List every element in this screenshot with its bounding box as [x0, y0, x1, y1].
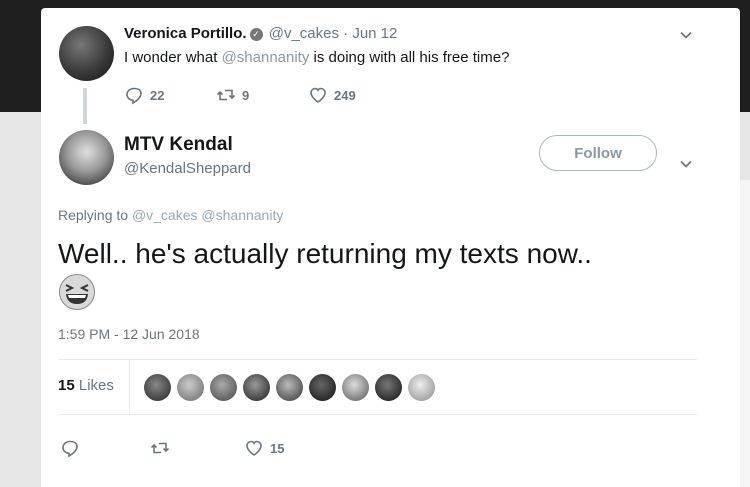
chevron-down-icon[interactable] — [679, 157, 693, 171]
author-handle[interactable]: @KendalSheppard — [124, 160, 251, 177]
verified-icon: ✓ — [249, 28, 263, 41]
liker-avatar[interactable] — [177, 374, 204, 401]
reply-count: 22 — [150, 87, 165, 103]
likes-separator — [129, 360, 130, 414]
tweet-timestamp[interactable]: 1:59 PM - 12 Jun 2018 — [58, 326, 200, 342]
liker-avatar[interactable] — [276, 374, 303, 401]
liker-avatar[interactable] — [408, 374, 435, 401]
like-action[interactable]: 249 — [308, 85, 356, 105]
replying-to: Replying to @v_cakes @shannanity — [58, 207, 283, 223]
replying-mention[interactable]: @v_cakes — [132, 207, 198, 223]
author-name[interactable]: Veronica Portillo. — [124, 25, 247, 42]
likers-list — [144, 374, 435, 401]
liker-avatar[interactable] — [144, 374, 171, 401]
thread-connector — [83, 88, 87, 124]
reply-action[interactable] — [60, 438, 80, 458]
reply-icon — [62, 440, 78, 458]
reply-action[interactable]: 22 — [124, 85, 164, 105]
tweet-modal: Veronica Portillo. ✓ @v_cakes · Jun 12 I … — [41, 8, 740, 487]
likes-summary[interactable]: 15 Likes — [58, 377, 114, 394]
divider — [58, 414, 697, 415]
like-count: 249 — [334, 87, 356, 103]
liker-avatar[interactable] — [243, 374, 270, 401]
chevron-down-icon[interactable] — [679, 28, 693, 42]
like-action[interactable]: 15 — [244, 438, 284, 458]
likes-label: Likes — [78, 377, 114, 394]
liker-avatar[interactable] — [309, 374, 336, 401]
parent-tweet[interactable]: Veronica Portillo. ✓ @v_cakes · Jun 12 I … — [41, 8, 740, 124]
likes-row: 15 Likes — [58, 360, 697, 414]
retweet-action[interactable]: 9 — [216, 85, 249, 105]
like-count: 15 — [270, 440, 285, 456]
retweet-action[interactable] — [150, 438, 170, 458]
mention-link[interactable]: @shannanity — [222, 49, 310, 66]
reply-icon — [126, 87, 142, 105]
background-sidebar — [740, 180, 750, 487]
parent-tweet-text: I wonder what @shannanity is doing with … — [124, 49, 509, 66]
text-part: is doing with all his free time? — [309, 49, 510, 66]
liker-avatar[interactable] — [210, 374, 237, 401]
avatar[interactable] — [59, 130, 114, 185]
author-handle[interactable]: @v_cakes — [269, 25, 339, 42]
retweet-icon — [216, 89, 236, 101]
main-tweet: MTV Kendal @KendalSheppard Follow Replyi… — [41, 123, 740, 487]
laughing-emoji-icon — [59, 274, 95, 310]
tweet-date[interactable]: Jun 12 — [352, 25, 397, 42]
follow-button[interactable]: Follow — [539, 135, 657, 171]
heart-icon — [310, 87, 326, 103]
parent-tweet-header: Veronica Portillo. ✓ @v_cakes · Jun 12 — [124, 25, 397, 42]
liker-avatar[interactable] — [375, 374, 402, 401]
liker-avatar[interactable] — [342, 374, 369, 401]
retweet-count: 9 — [242, 87, 250, 103]
retweet-icon — [150, 442, 170, 454]
replying-label: Replying to — [58, 207, 129, 223]
heart-icon — [246, 440, 262, 456]
replying-mention[interactable]: @shannanity — [201, 207, 283, 223]
avatar[interactable] — [59, 26, 114, 81]
likes-count: 15 — [58, 377, 75, 394]
author-name[interactable]: MTV Kendal — [124, 134, 233, 156]
text-part: I wonder what — [124, 49, 222, 66]
tweet-text: Well.. he's actually returning my texts … — [58, 238, 592, 269]
dot-separator: · — [343, 25, 349, 42]
